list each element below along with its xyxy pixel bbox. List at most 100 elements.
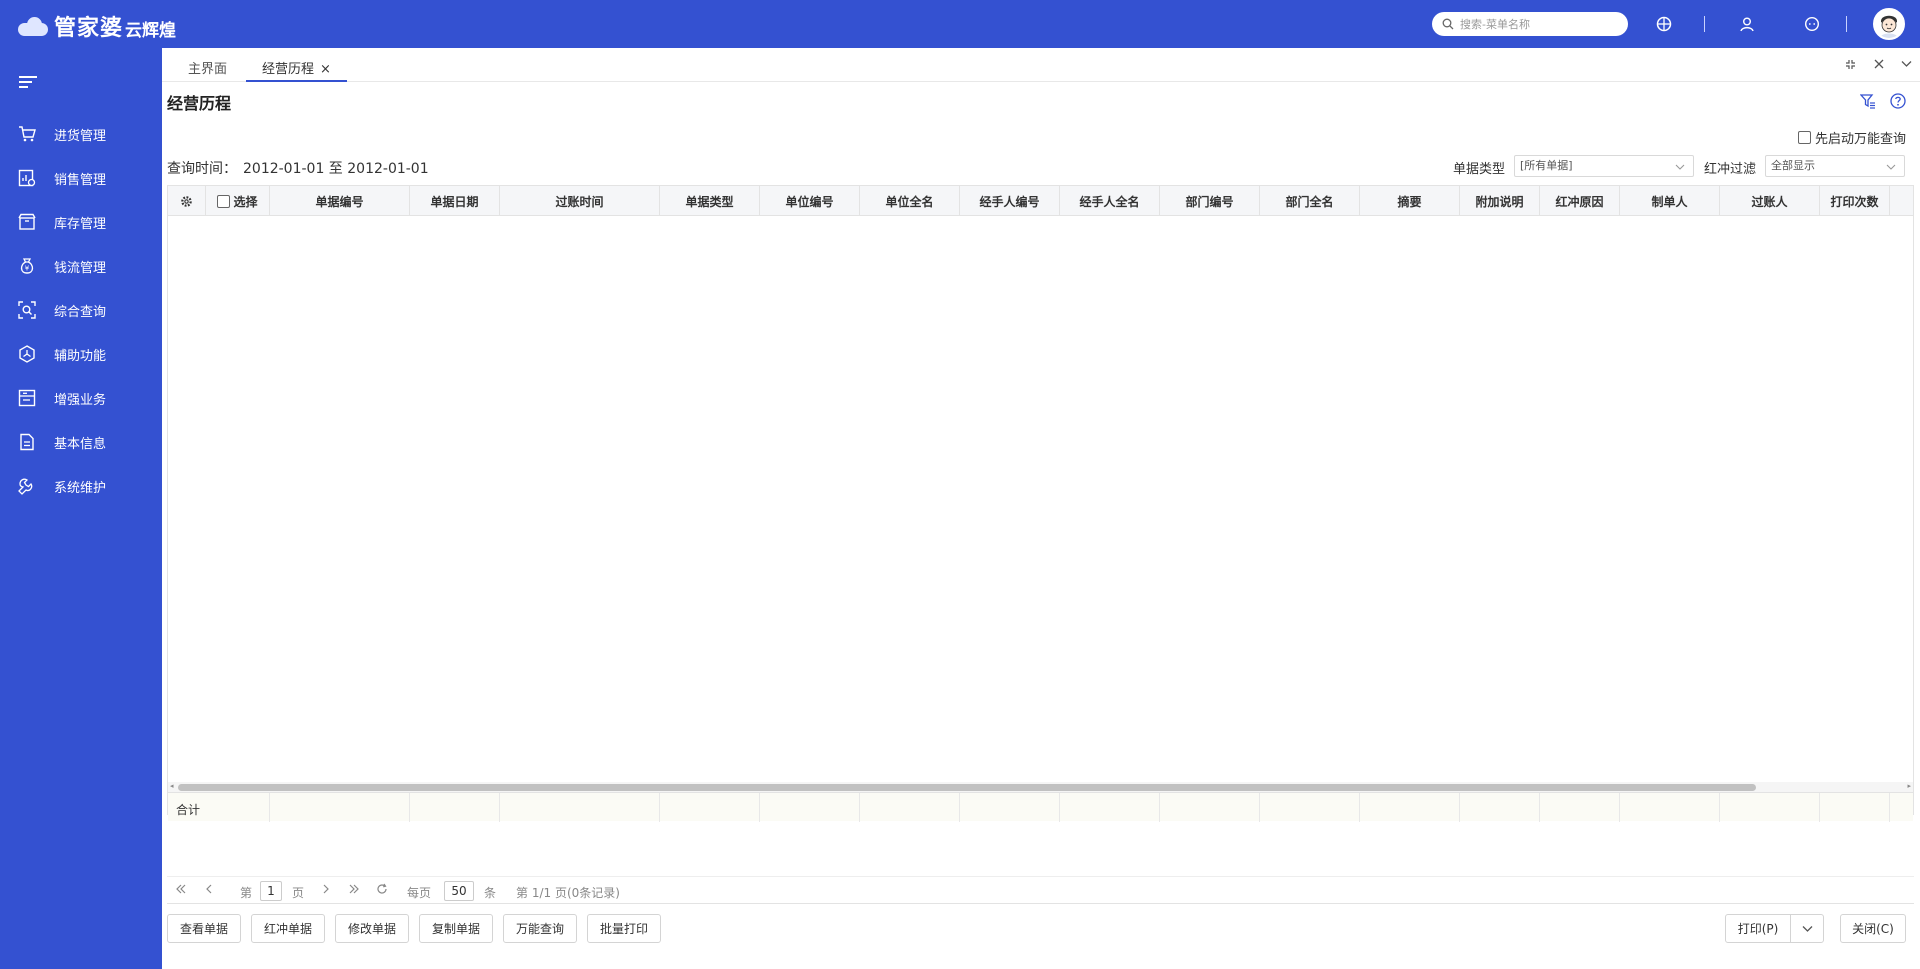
page-number-input[interactable]: 1 <box>260 881 282 901</box>
document-icon <box>18 433 36 451</box>
column-header[interactable]: 摘要 <box>1360 186 1460 216</box>
red-filter-value: 全部显示 <box>1771 159 1815 172</box>
sidebar-item-enhanced[interactable]: 增强业务 <box>0 380 162 416</box>
divider <box>1704 16 1705 32</box>
sidebar-item-label: 增强业务 <box>54 392 107 408</box>
refresh-icon[interactable] <box>376 883 388 899</box>
per-page-label: 每页 <box>407 886 432 900</box>
wan-query-label: 先启动万能查询 <box>1814 132 1906 147</box>
sidebar-item-label: 综合查询 <box>54 304 107 320</box>
last-page-icon[interactable] <box>348 883 360 899</box>
column-header[interactable]: 过账时间 <box>500 186 660 216</box>
tab-label: 经营历程 <box>262 62 315 77</box>
first-page-icon[interactable] <box>175 883 187 899</box>
chevron-down-icon <box>1675 159 1685 179</box>
menu-collapse-icon[interactable] <box>19 75 37 89</box>
gear-icon <box>181 195 192 207</box>
hexagon-icon <box>18 345 36 363</box>
column-header[interactable]: 制单人 <box>1620 186 1720 216</box>
cart-icon <box>18 125 36 143</box>
globe-icon[interactable] <box>1654 14 1674 34</box>
grid-header: 选择 单据编号 单据日期 过账时间 单据类型 单位编号 单位全名 经手人编号 经… <box>168 186 1913 216</box>
top-bar: 管家婆 云辉煌 <box>0 0 1920 48</box>
close-tab-icon[interactable]: × <box>320 62 331 77</box>
sidebar-item-cashflow[interactable]: ¥ 钱流管理 <box>0 248 162 284</box>
chevron-down-icon <box>1886 159 1896 179</box>
column-header[interactable]: 单据日期 <box>410 186 500 216</box>
column-header[interactable]: 经手人编号 <box>960 186 1060 216</box>
next-page-icon[interactable] <box>320 883 332 899</box>
pagination-bar: 第 1 页 每页 50 条 第 1/1 页(0条记录) <box>167 876 1914 904</box>
scroll-right-icon[interactable]: ▸ <box>1907 782 1911 790</box>
column-header[interactable]: 单据编号 <box>270 186 410 216</box>
print-button[interactable]: 打印(P) <box>1725 914 1791 943</box>
sidebar-item-basic-info[interactable]: 基本信息 <box>0 424 162 460</box>
fullscreen-icon[interactable] <box>1843 57 1857 71</box>
horizontal-scrollbar[interactable]: ◂ ▸ <box>168 782 1913 792</box>
brand-name: 管家婆 <box>54 16 124 41</box>
bill-type-label: 单据类型 <box>1453 162 1506 177</box>
print-menu-button[interactable] <box>1790 914 1824 943</box>
column-header[interactable]: 打印次数 <box>1820 186 1890 216</box>
scrollbar-thumb[interactable] <box>178 784 1756 791</box>
bill-type-select[interactable]: [所有单据] <box>1514 155 1694 177</box>
sidebar-item-label: 销售管理 <box>54 172 107 188</box>
scroll-left-icon[interactable]: ◂ <box>170 782 174 790</box>
column-settings[interactable] <box>168 186 206 216</box>
menu-search-box[interactable] <box>1432 12 1628 36</box>
query-time: 查询时间： 2012-01-01 至 2012-01-01 <box>167 158 429 178</box>
tab-business-history[interactable]: 经营历程 × <box>246 58 347 82</box>
sidebar-item-system[interactable]: 系统维护 <box>0 468 162 504</box>
select-all-header[interactable]: 选择 <box>206 186 270 216</box>
modify-bill-button[interactable]: 修改单据 <box>335 914 409 943</box>
sidebar-item-sales[interactable]: 销售管理 <box>0 160 162 196</box>
column-header[interactable]: 单位编号 <box>760 186 860 216</box>
column-header[interactable]: 附加说明 <box>1460 186 1540 216</box>
sales-chart-icon <box>18 169 36 187</box>
view-bill-button[interactable]: 查看单据 <box>167 914 241 943</box>
column-header[interactable]: 红冲原因 <box>1540 186 1620 216</box>
main-content: 主界面 经营历程 × 经营历程 先启动万能查询 查询时间： 2012-01-01 至… <box>162 48 1920 969</box>
page-prefix: 第 <box>240 886 253 900</box>
search-input[interactable] <box>1460 17 1620 31</box>
column-header[interactable]: 单据类型 <box>660 186 760 216</box>
column-header[interactable]: 过账人 <box>1720 186 1820 216</box>
sidebar-item-label: 库存管理 <box>54 216 107 232</box>
product-name: 云辉煌 <box>125 20 177 41</box>
sidebar-item-purchase[interactable]: 进货管理 <box>0 116 162 152</box>
wan-query-checkbox[interactable] <box>1797 131 1811 144</box>
red-filter-select[interactable]: 全部显示 <box>1765 155 1905 177</box>
help-icon[interactable] <box>1889 92 1907 110</box>
red-filter-label: 红冲过滤 <box>1704 162 1757 177</box>
sidebar-item-aux[interactable]: 辅助功能 <box>0 336 162 372</box>
close-all-icon[interactable] <box>1872 57 1886 71</box>
user-avatar[interactable] <box>1873 8 1905 40</box>
svg-text:¥: ¥ <box>25 265 30 273</box>
close-button[interactable]: 关闭(C) <box>1840 914 1906 943</box>
copy-bill-button[interactable]: 复制单据 <box>419 914 493 943</box>
wan-query-button[interactable]: 万能查询 <box>503 914 577 943</box>
summary-row: 合计 <box>168 792 1913 822</box>
prev-page-icon[interactable] <box>203 883 215 899</box>
column-header[interactable]: 部门编号 <box>1160 186 1260 216</box>
column-header[interactable]: 部门全名 <box>1260 186 1360 216</box>
red-bill-button[interactable]: 红冲单据 <box>251 914 325 943</box>
wan-query-option[interactable]: 先启动万能查询 <box>1797 128 1906 147</box>
tab-home[interactable]: 主界面 <box>188 58 227 80</box>
column-header[interactable]: 经手人全名 <box>1060 186 1160 216</box>
filter-settings-icon[interactable] <box>1859 92 1877 110</box>
search-icon <box>1442 18 1454 30</box>
chevron-down-icon[interactable] <box>1899 57 1913 71</box>
sidebar-item-inventory[interactable]: 库存管理 <box>0 204 162 240</box>
column-header[interactable]: 单位全名 <box>860 186 960 216</box>
money-bag-icon: ¥ <box>18 257 36 275</box>
select-all-checkbox[interactable] <box>217 194 231 208</box>
query-time-value: 2012-01-01 至 2012-01-01 <box>243 161 429 177</box>
user-service-icon[interactable] <box>1737 14 1757 34</box>
per-page-input[interactable]: 50 <box>444 881 474 901</box>
sidebar-item-query[interactable]: 综合查询 <box>0 292 162 328</box>
batch-print-button[interactable]: 批量打印 <box>587 914 661 943</box>
sidebar-item-label: 辅助功能 <box>54 348 107 364</box>
wrench-icon <box>18 477 36 495</box>
chat-icon[interactable] <box>1802 14 1822 34</box>
